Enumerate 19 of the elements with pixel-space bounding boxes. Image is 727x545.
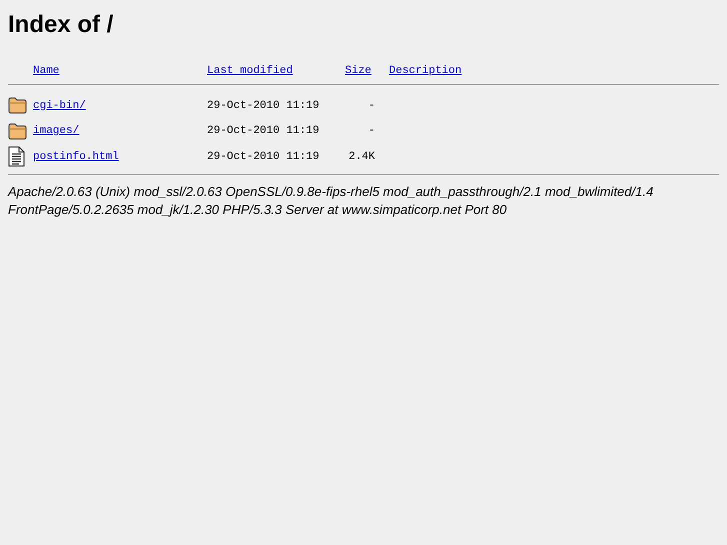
modified-date: 29-Oct-2010 11:19	[207, 150, 320, 164]
file-size: -	[368, 100, 375, 112]
file-link[interactable]: images/	[33, 123, 80, 140]
modified-date: 29-Oct-2010 11:19	[207, 98, 320, 114]
server-signature: Apache/2.0.63 (Unix) mod_ssl/2.0.63 OpenSSL/0.9.8e-fips-rhel5 mod_auth_passthrough/2.1 mod_bwlimited/1.4	[8, 184, 654, 198]
folder-icon	[8, 97, 27, 114]
column-header-link[interactable]: Last modified	[207, 62, 293, 80]
file-size: 2.4K	[348, 150, 375, 162]
folder-icon	[8, 122, 27, 140]
server-signature: FrontPage/5.0.2.2635 mod_jk/1.2.30 PHP/5.3.3 Server at www.simpaticorp.net Port 80	[8, 202, 507, 216]
file-link[interactable]: postinfo.html	[33, 148, 119, 165]
document-icon	[8, 146, 25, 168]
page-title: Index of /	[8, 10, 114, 40]
column-header-link[interactable]: Size	[345, 62, 372, 80]
column-header-link[interactable]: Name	[33, 62, 60, 80]
file-size: -	[368, 125, 375, 137]
column-header-link[interactable]: Description	[389, 62, 462, 80]
file-link[interactable]: cgi-bin/	[33, 98, 86, 114]
modified-date: 29-Oct-2010 11:19	[207, 124, 320, 139]
